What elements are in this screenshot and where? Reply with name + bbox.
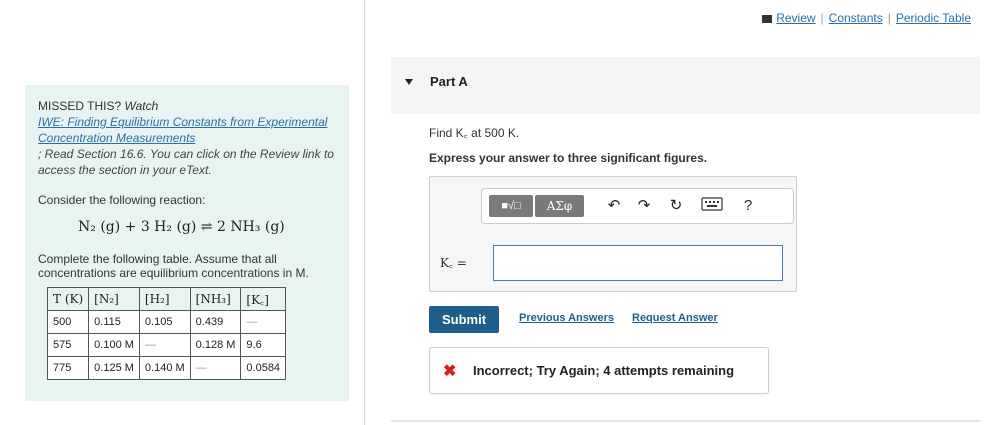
undo-icon[interactable]: ↶ xyxy=(605,197,623,215)
table-cell: 0.105 xyxy=(138,310,191,334)
part-a-header[interactable]: Part A xyxy=(391,57,980,114)
help-icon[interactable]: ? xyxy=(739,197,757,215)
submit-button[interactable]: Submit xyxy=(429,306,499,333)
header-cell: [H₂] xyxy=(138,287,191,311)
periodic-table-link[interactable]: Periodic Table xyxy=(896,11,971,25)
table-cell: 0.100 M xyxy=(88,333,140,357)
panel-divider xyxy=(364,0,365,425)
kc-answer-input[interactable] xyxy=(493,245,783,281)
table-cell: 575 xyxy=(46,333,90,357)
table-cell: 0.128 M xyxy=(189,333,242,357)
table-cell: 0.0584 xyxy=(240,356,287,380)
consider-text: Consider the following reaction: xyxy=(38,193,206,207)
table-cell: — xyxy=(138,333,191,357)
collapse-arrow-icon[interactable] xyxy=(405,79,413,85)
link-separator: | xyxy=(820,11,824,25)
bottom-divider xyxy=(391,420,980,422)
table-cell: — xyxy=(240,310,287,334)
missed-this-block: MISSED THIS? Watch IWE: Finding Equilibr… xyxy=(38,98,338,178)
table-cell: 0.115 xyxy=(88,310,140,334)
link-separator: | xyxy=(887,11,891,25)
find-prompt: Find K꜀ at 500 K. xyxy=(429,126,520,140)
previous-answers-link[interactable]: Previous Answers xyxy=(519,312,614,324)
reset-icon[interactable]: ↻ xyxy=(667,197,685,215)
keyboard-icon[interactable] xyxy=(701,197,723,215)
kc-label: K꜀ = xyxy=(440,256,467,270)
table-row: 775 0.125 M 0.140 M — 0.0584 xyxy=(46,356,287,380)
feedback-text: Incorrect; Try Again; 4 attempts remaini… xyxy=(473,363,735,378)
math-toolbar: ■√□ ΑΣφ ↶ ↷ ↻ ? xyxy=(481,188,794,224)
table-cell: 775 xyxy=(46,356,90,380)
header-cell: T (K) xyxy=(46,287,90,311)
table-row: 575 0.100 M — 0.128 M 9.6 xyxy=(46,333,287,357)
template-button[interactable]: ■√□ xyxy=(489,195,533,217)
table-cell: 0.140 M xyxy=(138,356,191,380)
constants-link[interactable]: Constants xyxy=(829,11,883,25)
part-title: Part A xyxy=(430,74,468,89)
table-cell: 0.439 xyxy=(189,310,242,334)
redo-icon[interactable]: ↷ xyxy=(635,197,653,215)
answer-box: ■√□ ΑΣφ ↶ ↷ ↻ ? K꜀ = xyxy=(429,176,797,292)
reaction-equation: N₂ (g) + 3 H₂ (g) ⇌ 2 NH₃ (g) xyxy=(78,219,285,235)
request-answer-link[interactable]: Request Answer xyxy=(632,312,718,324)
table-header-row: T (K) [N₂] [H₂] [NH₃] [K꜀] xyxy=(46,287,287,311)
express-instruction: Express your answer to three significant… xyxy=(429,151,708,165)
header-cell: [K꜀] xyxy=(240,287,287,311)
table-cell: — xyxy=(189,356,242,380)
table-cell: 9.6 xyxy=(240,333,287,357)
problem-panel: MISSED THIS? Watch IWE: Finding Equilibr… xyxy=(25,85,349,401)
video-link[interactable]: IWE: Finding Equilibrium Constants from … xyxy=(38,114,338,146)
header-cell: [N₂] xyxy=(88,287,140,311)
greek-symbols-button[interactable]: ΑΣφ xyxy=(535,195,584,217)
incorrect-icon: ✖ xyxy=(443,363,457,380)
table-cell: 0.125 M xyxy=(88,356,140,380)
complete-text: Complete the following table. Assume tha… xyxy=(38,252,309,280)
missed-label: MISSED THIS? xyxy=(38,99,122,113)
feedback-box: ✖ Incorrect; Try Again; 4 attempts remai… xyxy=(429,347,769,394)
table-row: 500 0.115 0.105 0.439 — xyxy=(46,310,287,334)
top-links: Review | Constants | Periodic Table xyxy=(762,11,971,25)
table-cell: 500 xyxy=(46,310,90,334)
flag-icon xyxy=(762,14,773,23)
review-link[interactable]: Review xyxy=(776,11,815,25)
header-cell: [NH₃] xyxy=(189,287,242,311)
read-text: ; Read Section 16.6. You can click on th… xyxy=(38,147,334,177)
watch-label: Watch xyxy=(124,99,159,113)
concentration-table: T (K) [N₂] [H₂] [NH₃] [K꜀] 500 0.115 0.1… xyxy=(46,287,287,380)
